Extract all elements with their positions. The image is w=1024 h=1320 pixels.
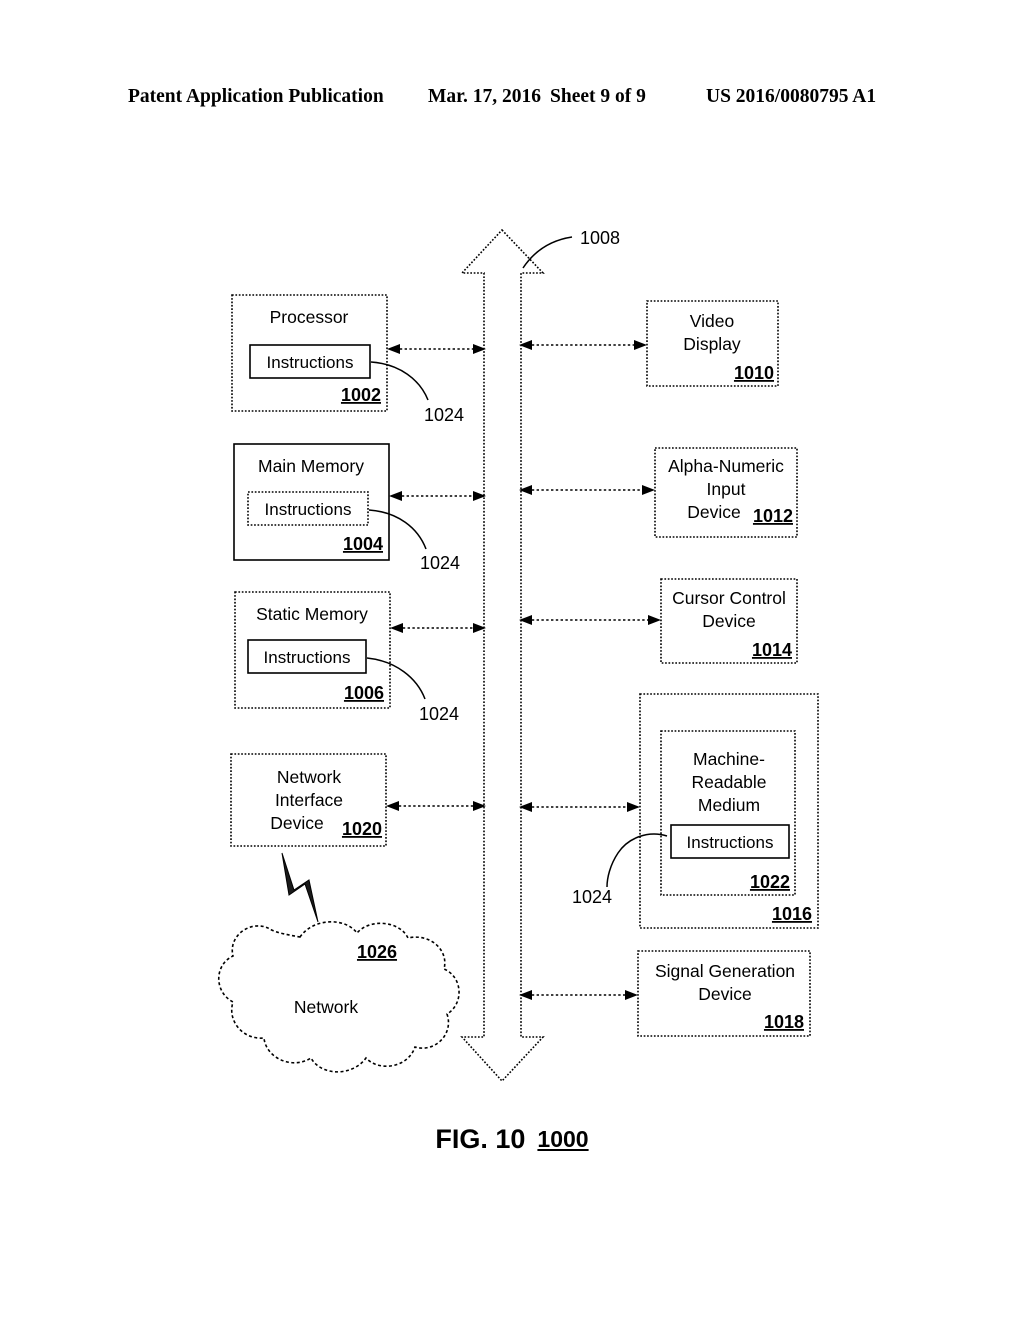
mrm-instructions-ref: 1024 [572, 887, 612, 907]
connector-processor-bus [387, 344, 486, 354]
main-memory-instructions-ref: 1024 [420, 553, 460, 573]
sgd-title-line-2: Device [698, 984, 752, 1004]
anid-title-line-1: Alpha-Numeric [668, 456, 784, 476]
mrm-title-line-2: Readable [692, 772, 767, 792]
network-label: Network [294, 997, 358, 1017]
block-signal-generation-device: Signal Generation Device 1018 [637, 950, 811, 1037]
mrm-title-line-1: Machine- [693, 749, 765, 769]
static-memory-instructions-ref: 1024 [419, 704, 459, 724]
nid-title-line-3: Device [270, 813, 324, 833]
video-display-title-line-2: Display [683, 334, 741, 354]
patent-figure-page: Patent Application Publication Mar. 17, … [0, 0, 1024, 1320]
sgd-ref-label: 1018 [764, 1012, 804, 1032]
block-static-memory: Static Memory Instructions 1006 [234, 591, 391, 709]
sgd-title-line-1: Signal Generation [655, 961, 795, 981]
static-memory-title: Static Memory [256, 604, 368, 624]
connector-bus-anid [519, 485, 655, 495]
connector-bus-sgd [519, 990, 638, 1000]
anid-title-line-3: Device [687, 502, 741, 522]
main-memory-title: Main Memory [258, 456, 364, 476]
ccd-ref-label: 1014 [752, 640, 792, 660]
network-ref-label: 1026 [357, 942, 397, 962]
mrm-ref-label: 1022 [750, 872, 790, 892]
video-display-title-line-1: Video [690, 311, 734, 331]
system-block-diagram: 1008 Processor Instructions 1002 1024 Ma… [218, 228, 819, 1083]
block-cursor-control-device: Cursor Control Device 1014 [660, 578, 798, 664]
figure-caption-text: FIG. 10 [435, 1124, 526, 1154]
medium-outer-ref-label: 1016 [772, 904, 812, 924]
block-network-interface-device: Network Interface Device 1020 [230, 753, 387, 847]
connector-nid-bus [386, 801, 486, 811]
connector-bus-ccd [519, 615, 661, 625]
block-video-display: Video Display 1010 [646, 300, 779, 387]
static-memory-instructions-label: Instructions [264, 648, 351, 667]
video-display-ref-label: 1010 [734, 363, 774, 383]
main-memory-instructions-label: Instructions [265, 500, 352, 519]
processor-title: Processor [270, 307, 349, 327]
mrm-instructions-label: Instructions [687, 833, 774, 852]
anid-ref-label: 1012 [753, 506, 793, 526]
ccd-title-line-2: Device [702, 611, 756, 631]
ccd-title-line-1: Cursor Control [672, 588, 786, 608]
processor-ref-label: 1002 [341, 385, 381, 405]
mrm-instructions-leader [606, 833, 668, 888]
connector-bus-medium [519, 802, 640, 812]
figure-caption-ref: 1000 [537, 1126, 589, 1152]
processor-instructions-ref: 1024 [424, 405, 464, 425]
block-main-memory: Main Memory Instructions 1004 [233, 443, 390, 561]
anid-title-line-2: Input [707, 479, 746, 499]
lightning-bolt-icon [281, 852, 319, 923]
processor-instructions-label: Instructions [267, 353, 354, 372]
connector-bus-video-display [519, 340, 647, 350]
block-processor: Processor Instructions 1002 [231, 294, 388, 412]
main-memory-ref-label: 1004 [343, 534, 383, 554]
figure-caption: FIG. 10 1000 [0, 1124, 1024, 1155]
connector-static-memory-bus [390, 623, 486, 633]
connector-main-memory-bus [389, 491, 486, 501]
network-cloud: 1026 Network [218, 921, 460, 1073]
block-alpha-numeric-input-device: Alpha-Numeric Input Device 1012 [654, 447, 798, 538]
bus-ref-label: 1008 [580, 228, 620, 248]
mrm-title-line-3: Medium [698, 795, 760, 815]
block-machine-readable-medium: Machine- Readable Medium Instructions 10… [639, 693, 819, 929]
static-memory-ref-label: 1006 [344, 683, 384, 703]
bus-arrow [460, 228, 545, 1083]
nid-title-line-2: Interface [275, 790, 343, 810]
nid-title-line-1: Network [277, 767, 341, 787]
nid-ref-label: 1020 [342, 819, 382, 839]
